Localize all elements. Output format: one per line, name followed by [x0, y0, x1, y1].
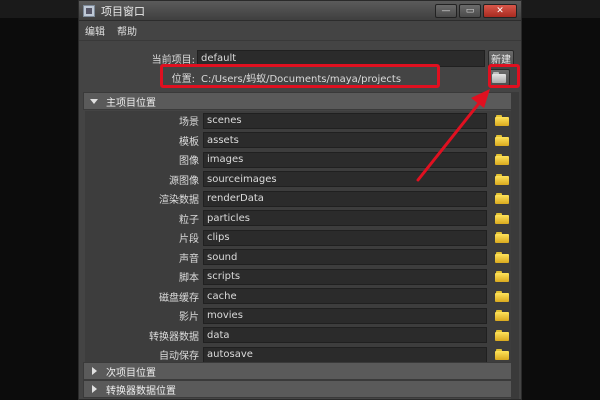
annotation-arrow	[416, 89, 490, 182]
